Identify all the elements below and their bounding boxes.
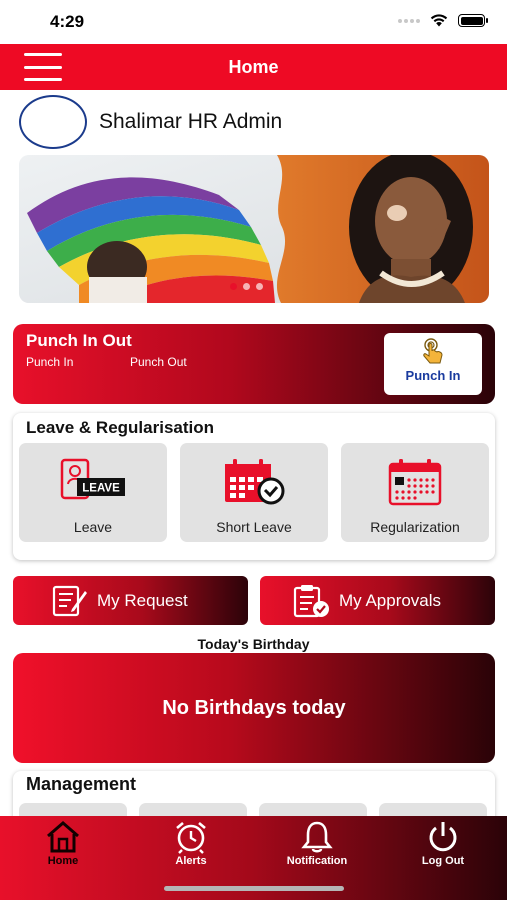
leave-icon: LEAVE — [60, 458, 125, 500]
my-approvals-button[interactable]: My Approvals — [260, 576, 495, 625]
status-icons — [398, 14, 488, 27]
wifi-icon — [430, 14, 448, 27]
birthday-card: No Birthdays today — [13, 653, 495, 763]
punch-in-button-label: Punch In — [405, 368, 461, 383]
leave-tile-label: Leave — [73, 519, 113, 535]
punch-in-button[interactable]: Punch In — [384, 333, 482, 395]
short-leave-tile-label: Short Leave — [216, 519, 292, 535]
leave-section-title: Leave & Regularisation — [26, 418, 215, 437]
leave-regularisation-panel: Leave & Regularisation LEAVE Leave Short… — [13, 413, 495, 560]
edit-document-icon — [52, 585, 87, 616]
carousel-dot[interactable] — [256, 283, 263, 290]
home-indicator[interactable] — [164, 886, 344, 891]
bell-icon — [301, 821, 333, 853]
app-header: Home — [0, 44, 507, 90]
nav-home-label: Home — [47, 855, 79, 867]
nav-alerts-label: Alerts — [175, 855, 207, 867]
banner-image — [19, 155, 489, 303]
profile-name: Shalimar HR Admin — [99, 110, 283, 133]
carousel-indicator[interactable] — [230, 283, 263, 290]
page-title: Home — [228, 57, 279, 77]
nav-alerts[interactable]: Alerts — [136, 820, 246, 867]
clipboard-check-icon — [293, 584, 329, 617]
carousel-dot[interactable] — [230, 283, 237, 290]
my-request-button[interactable]: My Request — [13, 576, 248, 625]
birthday-heading: Today's Birthday — [197, 636, 310, 652]
svg-text:LEAVE: LEAVE — [82, 483, 120, 495]
nav-home[interactable]: Home — [8, 820, 118, 867]
management-title: Management — [26, 774, 137, 794]
leave-tile[interactable]: LEAVE Leave — [19, 443, 167, 542]
regularization-tile-label: Regularization — [370, 519, 460, 535]
calendar-icon — [388, 459, 442, 506]
calendar-check-icon — [225, 459, 285, 505]
avatar[interactable] — [19, 95, 87, 149]
banner-carousel[interactable] — [19, 155, 489, 303]
nav-logout-label: Log Out — [421, 855, 465, 867]
status-time: 4:29 — [50, 12, 85, 31]
regularization-tile[interactable]: Regularization — [341, 443, 489, 542]
nav-notification-label: Notification — [286, 855, 348, 867]
home-icon — [47, 821, 79, 853]
tap-finger-icon — [423, 338, 443, 364]
status-bar: 4:29 — [0, 0, 507, 44]
power-icon — [429, 822, 457, 852]
carousel-dot[interactable] — [243, 283, 250, 290]
punch-title: Punch In Out — [26, 331, 132, 350]
signal-dots-icon — [398, 18, 420, 23]
short-leave-tile[interactable]: Short Leave — [180, 443, 328, 542]
punch-in-time-label: Punch In — [26, 355, 74, 369]
nav-notification[interactable]: Notification — [262, 820, 372, 867]
birthday-message: No Birthdays today — [162, 697, 346, 719]
alarm-clock-icon — [176, 822, 206, 854]
battery-icon — [458, 14, 488, 27]
my-request-label: My Request — [97, 590, 188, 610]
my-approvals-label: My Approvals — [339, 590, 442, 610]
punch-card: Punch In Out Punch In Punch Out Punch In — [13, 324, 495, 404]
nav-logout[interactable]: Log Out — [388, 820, 498, 867]
punch-out-time-label: Punch Out — [130, 355, 187, 369]
